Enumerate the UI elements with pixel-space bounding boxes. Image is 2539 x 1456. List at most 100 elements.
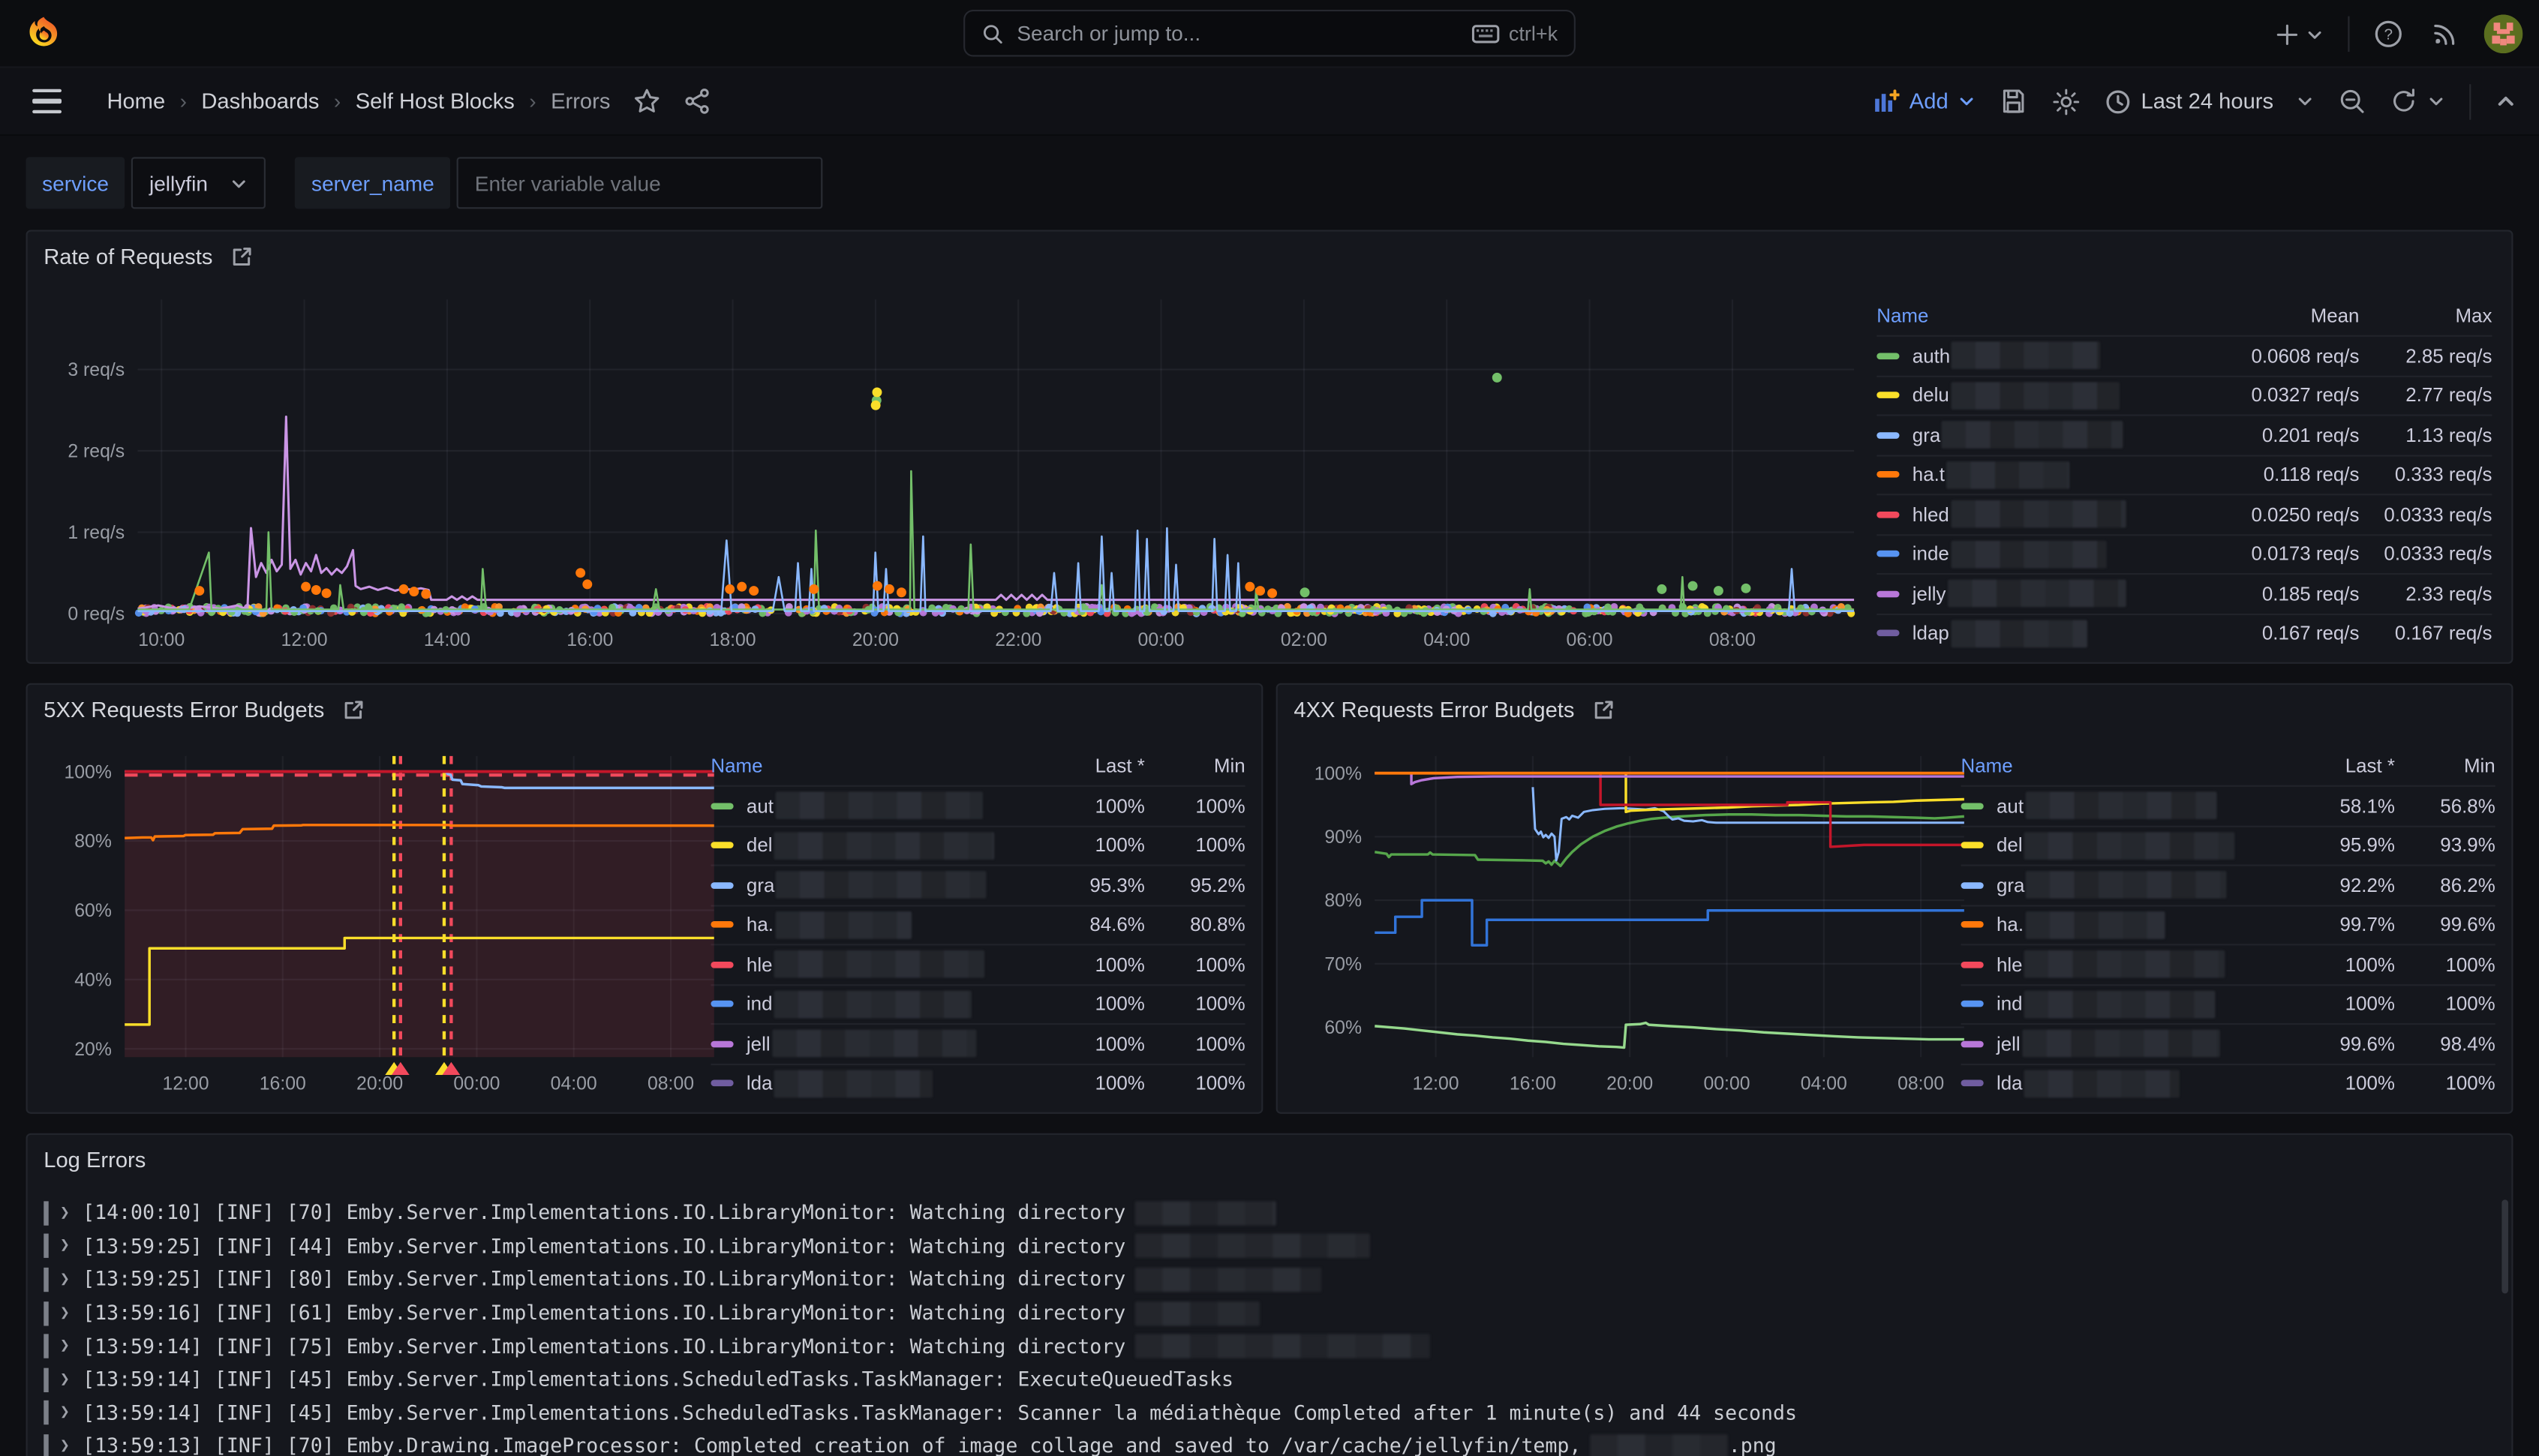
legend-row[interactable]: inde0.0173 req/s0.0333 req/s — [1876, 533, 2492, 573]
external-link-icon[interactable] — [344, 698, 365, 719]
help-button[interactable]: ? — [2371, 17, 2406, 52]
legend-header[interactable]: NameLast *Min — [711, 746, 1245, 785]
log-row[interactable]: ❯[13:59:14] [INF] [75] Emby.Server.Imple… — [28, 1330, 2512, 1363]
legend-column-header[interactable]: Last * — [2279, 755, 2395, 777]
legend-series-name[interactable]: auth — [1876, 342, 2213, 370]
collapse-toolbar-button[interactable] — [2495, 91, 2516, 112]
expand-log-icon[interactable]: ❯ — [60, 1437, 70, 1455]
legend-row[interactable]: ha.84.6%80.8% — [711, 904, 1245, 944]
legend-row[interactable]: lda100%100% — [711, 1063, 1245, 1103]
breadcrumb-item[interactable]: Self Host Blocks — [356, 89, 515, 113]
share-icon[interactable] — [684, 88, 711, 116]
refresh-button[interactable] — [2390, 88, 2444, 116]
legend-row[interactable]: ind100%100% — [711, 983, 1245, 1023]
log-row[interactable]: ❯[14:00:10] [INF] [70] Emby.Server.Imple… — [28, 1196, 2512, 1229]
zoom-out-button[interactable] — [2338, 88, 2366, 116]
panel-header[interactable]: Rate of Requests — [28, 232, 2512, 281]
legend-series-name[interactable]: hle — [711, 950, 1028, 978]
logs-scrollbar[interactable] — [2501, 1199, 2508, 1293]
expand-log-icon[interactable]: ❯ — [60, 1370, 70, 1388]
breadcrumb-item[interactable]: Dashboards — [201, 89, 319, 113]
settings-button[interactable] — [2052, 86, 2081, 116]
news-button[interactable] — [2427, 17, 2462, 52]
legend-row[interactable]: aut100%100% — [711, 785, 1245, 825]
legend-series-name[interactable]: ind — [1961, 990, 2279, 1018]
legend-row[interactable]: ha.99.7%99.6% — [1961, 904, 2495, 944]
legend-row[interactable]: jelly0.185 req/s2.33 req/s — [1876, 573, 2492, 613]
legend-series-name[interactable]: ind — [711, 990, 1028, 1018]
log-row[interactable]: ❯[13:59:14] [INF] [45] Emby.Server.Imple… — [28, 1363, 2512, 1396]
new-button[interactable] — [2272, 19, 2327, 50]
save-button[interactable] — [2000, 88, 2028, 116]
avatar[interactable] — [2484, 14, 2523, 53]
legend-series-name[interactable]: gra — [1876, 422, 2213, 449]
legend-row[interactable]: hle100%100% — [711, 944, 1245, 983]
search-input[interactable]: Search or jump to... ctrl+k — [963, 10, 1576, 57]
expand-log-icon[interactable]: ❯ — [60, 1238, 70, 1256]
legend-series-name[interactable]: del — [711, 832, 1028, 860]
variable-input-server-name[interactable] — [457, 157, 823, 209]
legend-row[interactable]: delu0.0327 req/s2.77 req/s — [1876, 375, 2492, 415]
legend-row[interactable]: ind100%100% — [1961, 983, 2495, 1023]
legend-series-name[interactable]: hled — [1876, 500, 2213, 528]
panel-header[interactable]: 5XX Requests Error Budgets — [28, 685, 1262, 734]
legend-series-name[interactable]: jell — [1961, 1030, 2279, 1058]
legend-series-name[interactable]: gra — [1961, 872, 2279, 899]
legend-header[interactable]: NameLast *Min — [1961, 746, 2495, 785]
log-row[interactable]: ❯[13:59:13] [INF] [70] Emby.Drawing.Imag… — [28, 1430, 2512, 1456]
external-link-icon[interactable] — [232, 245, 253, 266]
legend-series-name[interactable]: inde — [1876, 540, 2213, 568]
legend-row[interactable]: gra0.201 req/s1.13 req/s — [1876, 414, 2492, 454]
legend-row[interactable]: gra95.3%95.2% — [711, 864, 1245, 904]
legend-series-name[interactable]: ha. — [711, 911, 1028, 939]
legend-column-header[interactable]: Min — [1145, 755, 1245, 777]
expand-log-icon[interactable]: ❯ — [60, 1204, 70, 1222]
legend-header[interactable]: NameMeanMax — [1876, 296, 2492, 335]
legend-row[interactable]: ldap0.167 req/s0.167 req/s — [1876, 613, 2492, 653]
legend-series-name[interactable]: jell — [711, 1030, 1028, 1058]
panel-header[interactable]: 4XX Requests Error Budgets — [1278, 685, 2512, 734]
legend-series-name[interactable]: gra — [711, 872, 1028, 899]
5xx-chart[interactable]: 12:0016:0020:0000:0004:0008:0020%40%60%8… — [34, 734, 727, 1114]
menu-toggle-button[interactable] — [23, 87, 71, 115]
star-icon[interactable] — [633, 88, 661, 116]
legend-series-name[interactable]: aut — [711, 792, 1028, 820]
legend-row[interactable]: lda100%100% — [1961, 1063, 2495, 1103]
expand-log-icon[interactable]: ❯ — [60, 1337, 70, 1355]
panel-header[interactable]: Log Errors — [28, 1135, 2512, 1184]
legend-row[interactable]: jell99.6%98.4% — [1961, 1023, 2495, 1063]
legend-series-name[interactable]: aut — [1961, 792, 2279, 820]
expand-log-icon[interactable]: ❯ — [60, 1404, 70, 1422]
add-button[interactable]: Add — [1873, 89, 1976, 113]
legend-row[interactable]: hle100%100% — [1961, 944, 2495, 983]
legend-column-header[interactable]: Last * — [1028, 755, 1144, 777]
variable-select-service[interactable]: jellyfin — [131, 157, 266, 209]
4xx-chart[interactable]: 12:0016:0020:0000:0004:0008:0060%70%80%9… — [1284, 734, 1977, 1114]
log-row[interactable]: ❯[13:59:25] [INF] [80] Emby.Server.Imple… — [28, 1263, 2512, 1296]
legend-row[interactable]: hled0.0250 req/s0.0333 req/s — [1876, 494, 2492, 533]
rate-chart[interactable]: 10:0012:0014:0016:0018:0020:0022:0000:00… — [34, 280, 1879, 663]
legend-column-header[interactable]: Name — [1876, 305, 2213, 327]
log-row[interactable]: ❯[13:59:14] [INF] [45] Emby.Server.Imple… — [28, 1397, 2512, 1430]
legend-series-name[interactable]: lda — [711, 1070, 1028, 1097]
external-link-icon[interactable] — [1594, 698, 1615, 719]
legend-series-name[interactable]: ldap — [1876, 620, 2213, 647]
expand-log-icon[interactable]: ❯ — [60, 1304, 70, 1322]
legend-series-name[interactable]: ha.t — [1876, 461, 2213, 489]
legend-series-name[interactable]: ha. — [1961, 911, 2279, 939]
breadcrumb-item[interactable]: Home — [107, 89, 165, 113]
grafana-logo-icon[interactable] — [24, 14, 63, 53]
legend-series-name[interactable]: jelly — [1876, 580, 2213, 608]
time-range-picker[interactable]: Last 24 hours — [2105, 89, 2314, 115]
log-row[interactable]: ❯[13:59:16] [INF] [61] Emby.Server.Imple… — [28, 1296, 2512, 1329]
legend-column-header[interactable]: Max — [2359, 305, 2492, 327]
legend-series-name[interactable]: del — [1961, 832, 2279, 860]
legend-row[interactable]: del95.9%93.9% — [1961, 825, 2495, 865]
legend-row[interactable]: aut58.1%56.8% — [1961, 785, 2495, 825]
legend-column-header[interactable]: Name — [1961, 755, 2279, 777]
legend-column-header[interactable]: Name — [711, 755, 1028, 777]
log-row[interactable]: ❯[13:59:25] [INF] [44] Emby.Server.Imple… — [28, 1229, 2512, 1262]
legend-column-header[interactable]: Mean — [2213, 305, 2359, 327]
legend-series-name[interactable]: delu — [1876, 382, 2213, 410]
legend-series-name[interactable]: lda — [1961, 1070, 2279, 1097]
